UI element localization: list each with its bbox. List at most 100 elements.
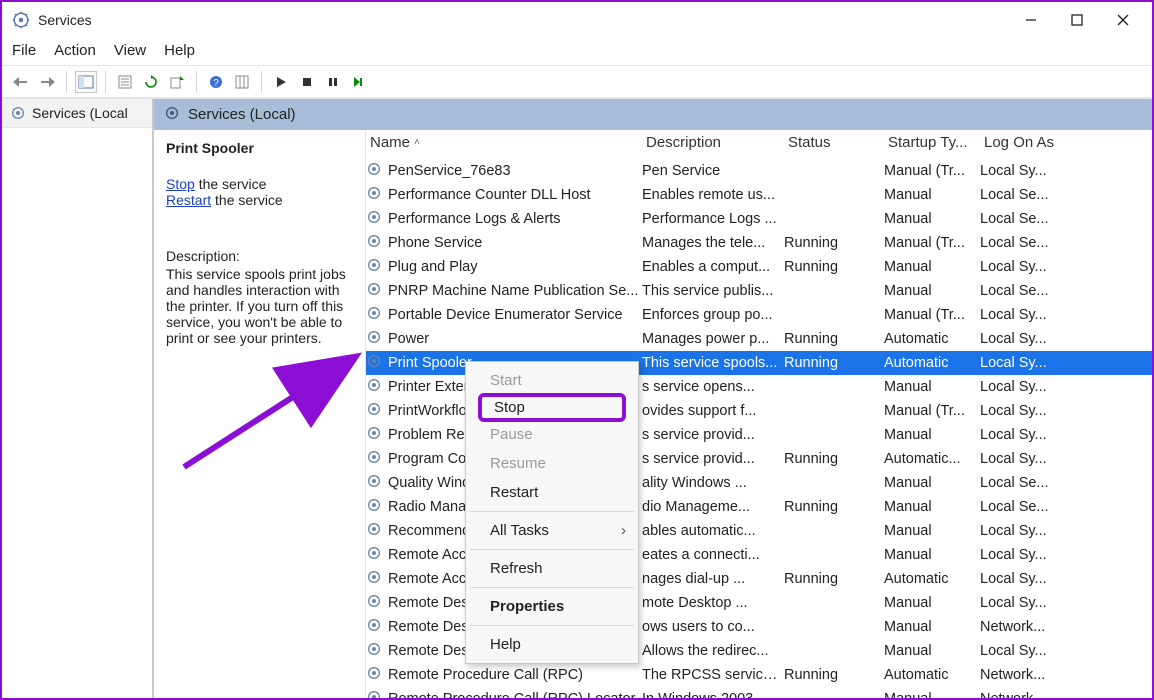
menu-file[interactable]: File [12,42,36,59]
service-startup: Manual [884,547,980,563]
service-logon: Local Se... [980,475,1070,491]
column-header-logon[interactable]: Log On As [980,134,1070,151]
gear-icon [366,377,382,397]
column-header-label: Description [646,134,721,151]
menu-view[interactable]: View [114,42,146,59]
gear-icon [366,353,382,373]
description-label: Description: [166,248,353,264]
service-description: ables automatic... [642,523,784,539]
gear-icon [366,161,382,181]
service-row[interactable]: Portable Device Enumerator ServiceEnforc… [366,303,1152,327]
split-area: Print Spooler Stop the service Restart t… [154,130,1152,698]
context-menu-resume: Resume [468,449,636,478]
service-row[interactable]: Plug and PlayEnables a comput...RunningM… [366,255,1152,279]
service-logon: Local Sy... [980,355,1070,371]
separator [470,587,634,588]
service-row[interactable]: Performance Counter DLL HostEnables remo… [366,183,1152,207]
separator [66,71,67,93]
refresh-button[interactable] [140,71,162,93]
service-description: In Windows 2003 ... [642,691,784,698]
service-startup: Manual [884,475,980,491]
service-description: Allows the redirec... [642,643,784,659]
gear-icon [366,593,382,613]
svg-text:?: ? [213,78,219,89]
service-name: Plug and Play [388,259,477,275]
detail-pane-toggle[interactable] [75,71,97,93]
service-startup: Manual [884,523,980,539]
restart-service-link[interactable]: Restart [166,192,211,208]
service-description: Enables remote us... [642,187,784,203]
context-menu-all-tasks[interactable]: All Tasks [468,516,636,545]
service-row[interactable]: PNRP Machine Name Publication Se...This … [366,279,1152,303]
export-button[interactable] [166,71,188,93]
service-logon: Local Sy... [980,547,1070,563]
column-header-description[interactable]: Description [642,134,784,151]
gear-icon [366,521,382,541]
service-row[interactable]: PowerManages power p...RunningAutomaticL… [366,327,1152,351]
columns-button[interactable] [231,71,253,93]
gear-icon [366,569,382,589]
service-startup: Manual [884,595,980,611]
pause-service-button[interactable] [322,71,344,93]
service-row[interactable]: Remote Procedure Call (RPC)The RPCSS ser… [366,663,1152,687]
properties-button[interactable] [114,71,136,93]
close-button[interactable] [1100,4,1146,36]
context-menu-properties[interactable]: Properties [468,592,636,621]
forward-button[interactable] [36,71,58,93]
maximize-button[interactable] [1054,4,1100,36]
service-startup: Manual [884,427,980,443]
context-menu-help[interactable]: Help [468,630,636,659]
minimize-button[interactable] [1008,4,1054,36]
service-logon: Local Sy... [980,259,1070,275]
separator [261,71,262,93]
context-menu: Start Stop Pause Resume Restart All Task… [465,361,639,664]
stop-service-link-line: Stop the service [166,176,353,192]
service-startup: Manual (Tr... [884,307,980,323]
service-startup: Automatic [884,331,980,347]
start-service-button[interactable] [270,71,292,93]
service-logon: Local Sy... [980,643,1070,659]
context-menu-stop[interactable]: Stop [478,393,626,422]
service-row[interactable]: Remote Procedure Call (RPC) Locator In Wi… [366,687,1152,698]
gear-icon [10,105,26,121]
nav-item-services-local[interactable]: Services (Local [2,99,152,128]
help-button[interactable]: ? [205,71,227,93]
service-name: Power [388,331,429,347]
service-startup: Manual (Tr... [884,163,980,179]
service-startup: Manual (Tr... [884,403,980,419]
menu-action[interactable]: Action [54,42,96,59]
service-name: Remote Procedure Call (RPC) Locator [388,691,635,698]
service-logon: Local Sy... [980,571,1070,587]
gear-icon [366,497,382,517]
service-row[interactable]: Phone ServiceManages the tele...RunningM… [366,231,1152,255]
service-name: Phone Service [388,235,482,251]
service-status: Running [784,499,884,515]
service-row[interactable]: PenService_76e83Pen ServiceManual (Tr...… [366,159,1152,183]
column-header-status[interactable]: Status [784,134,884,151]
service-description: ows users to co... [642,619,784,635]
service-startup: Manual [884,643,980,659]
column-headers: Name ˄ Description Status Startup Ty... … [366,130,1152,159]
crumb-bar: Services (Local) [154,99,1152,130]
service-startup: Manual [884,499,980,515]
service-startup: Manual [884,187,980,203]
service-logon: Network... [980,619,1070,635]
service-startup: Manual [884,283,980,299]
column-header-name[interactable]: Name ˄ [366,134,642,151]
detail-pane: Print Spooler Stop the service Restart t… [154,130,366,698]
stop-service-link[interactable]: Stop [166,176,195,192]
service-row[interactable]: Performance Logs & AlertsPerformance Log… [366,207,1152,231]
service-status: Running [784,259,884,275]
column-header-startup[interactable]: Startup Ty... [884,134,980,151]
context-menu-refresh[interactable]: Refresh [468,554,636,583]
stop-service-button[interactable] [296,71,318,93]
context-menu-start: Start [468,366,636,395]
context-menu-restart[interactable]: Restart [468,478,636,507]
menu-help[interactable]: Help [164,42,195,59]
service-logon: Local Sy... [980,163,1070,179]
back-button[interactable] [10,71,32,93]
service-description: Performance Logs ... [642,211,784,227]
services-window: Services File Action View Help ? [0,0,1154,700]
restart-service-button[interactable] [348,71,370,93]
gear-icon [366,257,382,277]
